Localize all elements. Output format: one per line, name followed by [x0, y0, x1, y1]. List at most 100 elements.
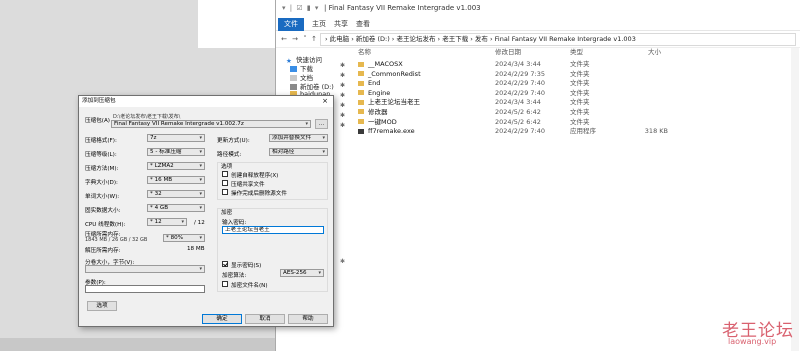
checkbox[interactable]	[222, 261, 228, 267]
browse-button[interactable]: ...	[315, 119, 328, 129]
file-row[interactable]: End 2024/2/29 7:40 文件夹	[358, 79, 798, 89]
up-arrow-icon[interactable]: ↑	[309, 34, 319, 44]
file-row[interactable]: 上老王论坛当老王 2024/3/4 3:44 文件夹	[358, 98, 798, 108]
cancel-button[interactable]: 取消	[245, 314, 285, 324]
options-button[interactable]: 选项	[87, 301, 117, 311]
password-input[interactable]: 上老王论坛当老王	[222, 226, 324, 234]
pin-icon: ✱	[340, 258, 346, 265]
column-size[interactable]: 大小	[648, 46, 661, 56]
nav-item-drive-d[interactable]: 新加卷 (D:)	[290, 81, 334, 91]
file-date: 2024/2/29 7:40	[495, 79, 545, 88]
file-name: _CommonRedist	[368, 69, 421, 78]
file-row[interactable]: 一键MOD 2024/5/2 6:42 文件夹	[358, 118, 798, 128]
address-bar[interactable]: › 此电脑 › 新加卷 (D:) › 老王论坛发布 › 老王下载 › 发布 › …	[320, 33, 796, 46]
checkbox[interactable]	[222, 281, 228, 287]
vertical-scrollbar[interactable]	[791, 48, 799, 351]
threads-select[interactable]: * 12 ▾	[147, 218, 187, 226]
archive-name-field[interactable]: Final Fantasy VII Remake Intergrade v1.0…	[111, 120, 311, 128]
pin-icon[interactable]: ✱	[340, 112, 350, 122]
show-password-option[interactable]: 显示密码(S)	[222, 261, 322, 269]
enc-method-label: 加密算法:	[222, 273, 247, 279]
watermark-url: laowang.vip	[728, 337, 777, 346]
format-select[interactable]: 7z ▾	[147, 134, 205, 142]
split-select[interactable]: ▾	[85, 265, 205, 273]
chevron-down-icon[interactable]: ▾	[305, 121, 308, 127]
method-select[interactable]: * LZMA2 ▾	[147, 162, 205, 170]
word-label: 单词大小(W):	[85, 194, 120, 200]
pin-icon[interactable]: ✱	[340, 82, 350, 92]
column-type[interactable]: 类型	[570, 46, 583, 56]
folder-icon	[358, 109, 364, 115]
chevron-down-icon: ▾	[181, 219, 184, 225]
ribbon-tab-home[interactable]: 主页	[312, 18, 326, 31]
option-sfx[interactable]: 创建自释放程序(X)	[222, 171, 327, 179]
folder-icon	[358, 90, 364, 96]
dict-label: 字典大小(D):	[85, 180, 118, 186]
file-row[interactable]: ff7remake.exe 2024/2/29 7:40 应用程序 318 KB	[358, 127, 798, 137]
pin-icon[interactable]: ✱	[340, 102, 350, 112]
chevron-down-icon: ▾	[199, 135, 202, 141]
file-date: 2024/2/29 7:40	[495, 88, 545, 97]
pin-icon[interactable]: ✱	[340, 72, 350, 82]
back-arrow-icon[interactable]: ←	[279, 34, 289, 44]
threads-total: / 12	[194, 220, 205, 226]
params-input[interactable]	[85, 285, 205, 293]
file-date: 2024/2/29 7:40	[495, 127, 545, 136]
pin-icon[interactable]: ✱	[340, 92, 350, 102]
decomp-label: 解压所需内存:	[85, 248, 121, 254]
archive-path: D:\老论坛发布\老王下载\发布\	[113, 114, 181, 120]
option-shared[interactable]: 压缩共享文件	[222, 180, 327, 188]
memory-percent-select[interactable]: * 80% ▾	[163, 234, 205, 242]
column-date[interactable]: 修改日期	[495, 46, 521, 56]
file-date: 2024/5/2 6:42	[495, 117, 541, 126]
file-name: 一键MOD	[368, 117, 397, 126]
checkbox[interactable]	[222, 171, 228, 177]
column-name[interactable]: 名称	[358, 46, 371, 56]
update-select[interactable]: 添加并替换文件 ▾	[269, 134, 328, 142]
file-row[interactable]: _CommonRedist 2024/2/29 7:35 文件夹	[358, 70, 798, 80]
level-select[interactable]: 5 - 标准压缩 ▾	[147, 148, 205, 156]
update-label: 更新方式(U):	[217, 138, 250, 144]
checkbox[interactable]	[222, 189, 228, 195]
ribbon-tab-share[interactable]: 共享	[334, 18, 348, 31]
memory-detail: 1843 MB / 26 GB / 32 GB	[85, 237, 148, 243]
file-type: 文件夹	[570, 88, 590, 97]
chevron-down-icon: ▾	[322, 135, 325, 141]
chevron-down-icon: ▾	[199, 235, 202, 241]
solid-label: 固实数据大小:	[85, 208, 121, 214]
word-select[interactable]: * 32 ▾	[147, 190, 205, 198]
pin-icon[interactable]: ✱	[340, 62, 350, 72]
ok-button[interactable]: 确定	[202, 314, 242, 324]
nav-item-documents[interactable]: 文档	[290, 72, 313, 82]
pin-icon[interactable]: ✱	[340, 122, 350, 132]
ribbon-file-tab[interactable]: 文件	[278, 18, 304, 31]
dialog-title: 添加到压缩包	[79, 96, 333, 107]
quick-access-toolbar[interactable]: ▾ | ☑ ▮ ▾	[282, 4, 322, 14]
exe-icon	[358, 128, 364, 134]
chevron-down-icon: ▾	[199, 191, 202, 197]
ribbon: 文件 主页 共享 查看	[276, 18, 800, 31]
encrypt-names-option[interactable]: 加密文件名(N)	[222, 281, 322, 289]
file-row[interactable]: __MACOSX 2024/3/4 3:44 文件夹	[358, 60, 798, 70]
file-row[interactable]: Engine 2024/2/29 7:40 文件夹	[358, 89, 798, 99]
chevron-down-icon: ▾	[199, 266, 202, 272]
close-icon[interactable]: ×	[320, 96, 330, 107]
solid-select[interactable]: * 4 GB ▾	[147, 204, 205, 212]
file-row[interactable]: 修改器 2024/5/2 6:42 文件夹	[358, 108, 798, 118]
nav-item-quick-access[interactable]: ★ 快速访问	[286, 54, 322, 65]
background-panel	[198, 0, 276, 48]
window-title: | Final Fantasy VII Remake Intergrade v1…	[276, 0, 800, 18]
checkbox[interactable]	[222, 180, 228, 186]
forward-arrow-icon[interactable]: →	[290, 34, 300, 44]
file-name: 上老王论坛当老王	[368, 98, 420, 107]
folder-icon	[358, 71, 364, 77]
ribbon-tab-view[interactable]: 查看	[356, 18, 370, 31]
path-mode-select[interactable]: 相对路径 ▾	[269, 148, 328, 156]
dict-select[interactable]: * 16 MB ▾	[147, 176, 205, 184]
help-button[interactable]: 帮助	[288, 314, 328, 324]
enc-method-select[interactable]: AES-256 ▾	[280, 269, 324, 277]
chevron-down-icon: ▾	[199, 163, 202, 169]
option-delete[interactable]: 操作完成后删除源文件	[222, 189, 327, 197]
nav-item-downloads[interactable]: 下载	[290, 63, 313, 73]
chevron-down-icon: ▾	[322, 149, 325, 155]
